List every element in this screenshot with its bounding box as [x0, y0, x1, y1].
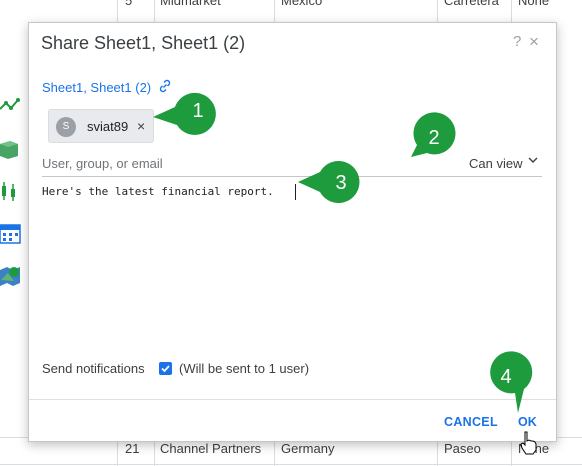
table-cell: Mexico — [281, 0, 323, 8]
callout-number: 4 — [500, 366, 511, 388]
recipient-chip[interactable]: S sviat89 × — [48, 109, 154, 143]
table-cell: Channel Partners — [160, 441, 262, 456]
table-cell: None — [518, 0, 550, 8]
table-cell: Midmarket — [160, 0, 221, 8]
notifications-checkbox[interactable] — [159, 362, 172, 375]
divider — [29, 399, 556, 400]
callout-2: 2 — [407, 112, 465, 166]
cube-icon[interactable] — [0, 138, 22, 160]
table-row: 5 Midmarket Mexico Carretera None — [117, 0, 582, 14]
line-chart-icon[interactable] — [0, 95, 22, 117]
help-icon[interactable]: ? — [513, 33, 521, 50]
table-cell: Paseo — [444, 441, 481, 456]
grid-line — [0, 464, 582, 465]
message-textarea[interactable]: Here's the latest financial report. — [42, 182, 542, 362]
table-cell: Carretera — [444, 0, 499, 8]
callout-1: 1 — [153, 87, 223, 136]
recipient-name: sviat89 — [87, 119, 129, 134]
chevron-down-icon[interactable] — [528, 155, 538, 168]
callout-number: 3 — [335, 172, 346, 194]
notifications-note: (Will be sent to 1 user) — [179, 361, 310, 376]
shared-item-link[interactable]: Sheet1, Sheet1 (2) — [42, 80, 151, 95]
row-number: 21 — [125, 441, 140, 456]
avatar: S — [56, 117, 76, 137]
dialog-title: Share Sheet1, Sheet1 (2) — [41, 33, 246, 53]
notifications-label: Send notifications — [42, 361, 145, 376]
callout-3: 3 — [298, 160, 368, 209]
callout-4: 4 — [484, 351, 534, 420]
callout-number: 2 — [428, 127, 439, 149]
hand-cursor-icon — [520, 431, 537, 455]
map-icon[interactable] — [0, 264, 22, 286]
text-caret — [295, 184, 296, 200]
row-number: 5 — [125, 0, 133, 8]
candlestick-chart-icon[interactable] — [0, 180, 22, 202]
callout-number: 1 — [192, 100, 203, 122]
close-icon[interactable]: × — [529, 32, 539, 52]
table-cell: Germany — [281, 441, 335, 456]
people-input[interactable] — [42, 151, 542, 177]
remove-recipient-icon[interactable]: × — [137, 118, 145, 134]
calendar-icon[interactable] — [0, 222, 22, 244]
check-icon — [161, 365, 170, 373]
share-dialog: Share Sheet1, Sheet1 (2) ? × Sheet1, She… — [28, 22, 557, 442]
permission-dropdown[interactable]: Can view — [469, 156, 522, 171]
